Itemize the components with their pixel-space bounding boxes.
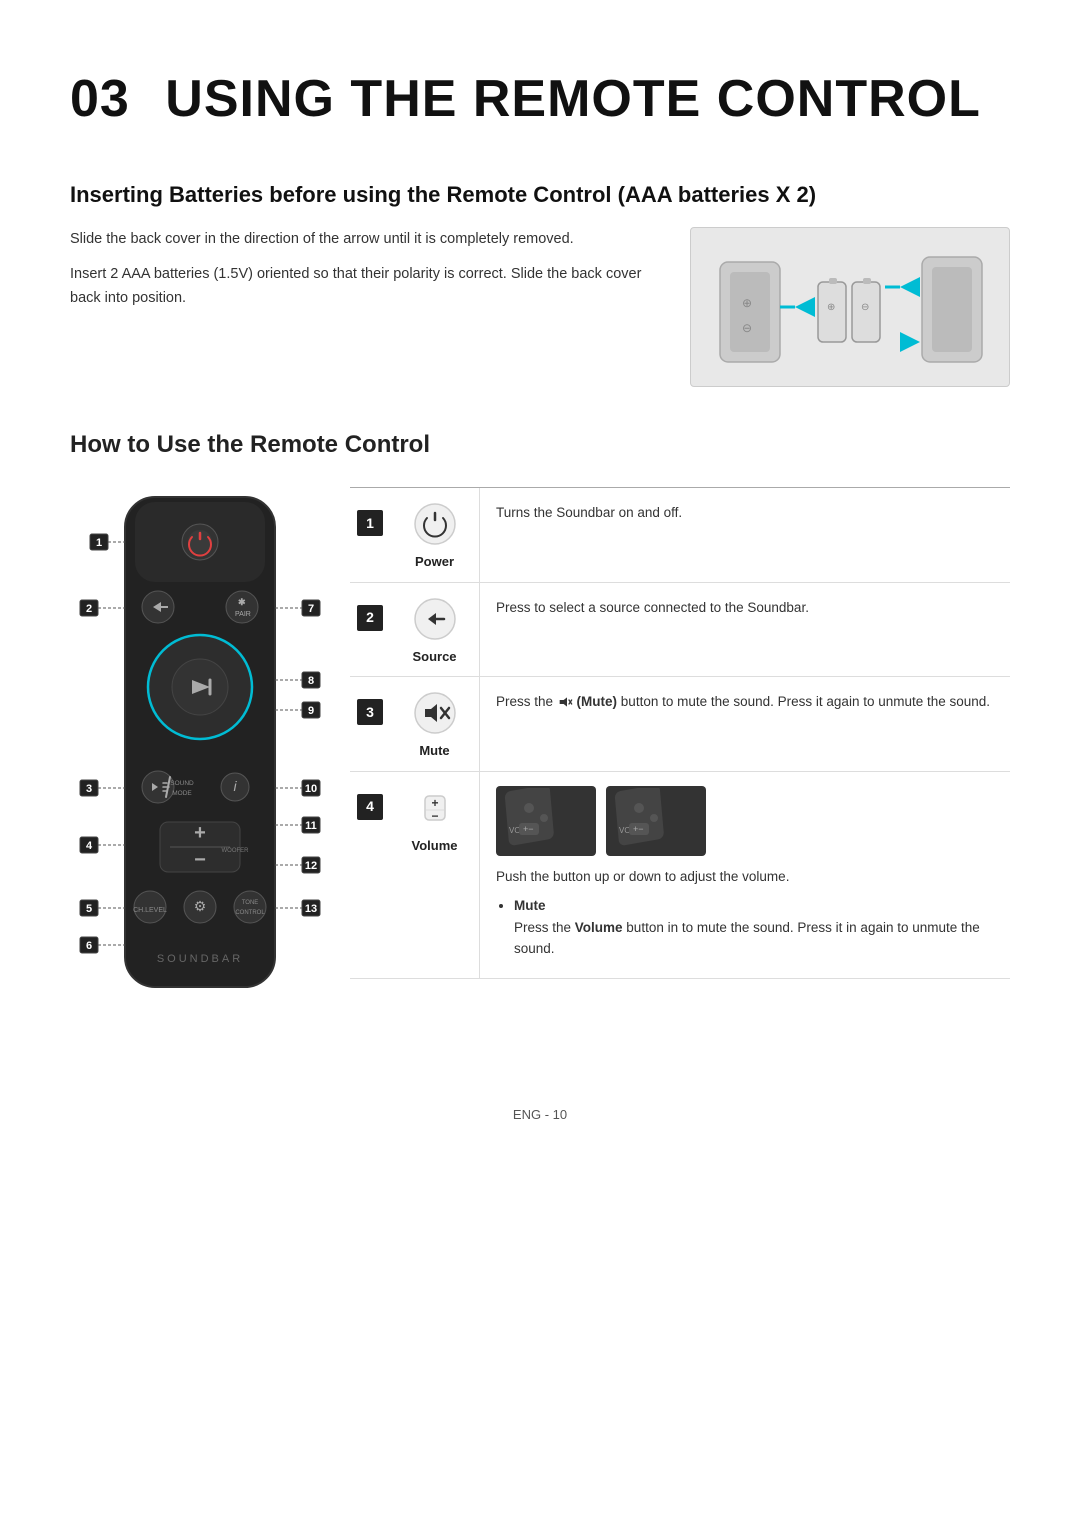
volume-icon-col: + − Volume	[390, 772, 480, 978]
volume-bullet-mute: Mute Press the Volume button in to mute …	[514, 895, 994, 960]
control-row-power: 1 Power Turns the Soundbar on and off.	[350, 488, 1010, 583]
page-footer: ENG - 10	[70, 1105, 1010, 1125]
svg-text:CONTROL: CONTROL	[235, 910, 265, 916]
svg-text:CH.LEVEL: CH.LEVEL	[133, 907, 167, 914]
svg-text:13: 13	[305, 903, 317, 915]
svg-text:−: −	[431, 809, 438, 823]
volume-label: Volume	[412, 836, 458, 856]
battery-heading: Inserting Batteries before using the Rem…	[70, 178, 1010, 211]
volume-strong: Volume	[575, 920, 623, 935]
control-row-source: 2 Source Press to select a source connec…	[350, 583, 1010, 678]
volume-bullet-title: Mute	[514, 898, 546, 913]
svg-text:5: 5	[86, 903, 92, 915]
svg-text:⊕: ⊕	[742, 296, 752, 310]
source-icon	[413, 597, 457, 641]
control-num-4: 4	[350, 772, 390, 978]
svg-text:SOUND: SOUND	[170, 780, 194, 787]
control-num-3: 3	[350, 677, 390, 771]
svg-text:1: 1	[96, 537, 102, 549]
source-icon-col: Source	[390, 583, 480, 677]
svg-text:+−: +−	[633, 824, 644, 834]
how-to-layout: ✱ PAIR SOUND MODE	[70, 487, 1010, 1055]
source-label: Source	[412, 647, 456, 667]
footer-text: ENG - 10	[513, 1107, 567, 1122]
remote-illustration: ✱ PAIR SOUND MODE	[70, 487, 330, 1055]
svg-text:11: 11	[305, 820, 317, 832]
svg-text:−: −	[194, 849, 206, 871]
title-text: USING THE REMOTE CONTROL	[165, 70, 981, 128]
num-badge-4: 4	[357, 794, 383, 820]
svg-text:7: 7	[308, 603, 314, 615]
source-desc: Press to select a source connected to th…	[480, 583, 1010, 677]
num-badge-3: 3	[357, 699, 383, 725]
svg-text:✱: ✱	[238, 597, 246, 607]
svg-text:9: 9	[308, 705, 314, 717]
svg-text:6: 6	[86, 940, 92, 952]
svg-text:SOUNDBAR: SOUNDBAR	[157, 953, 243, 965]
svg-text:⊖: ⊖	[861, 302, 869, 313]
num-badge-2: 2	[357, 605, 383, 631]
power-desc: Turns the Soundbar on and off.	[480, 488, 1010, 582]
how-to-heading: How to Use the Remote Control	[70, 427, 1010, 463]
power-icon-col: Power	[390, 488, 480, 582]
svg-text:⚙: ⚙	[194, 898, 207, 914]
vol-svg-1: VOL +−	[499, 788, 594, 853]
mute-icon-col: Mute	[390, 677, 480, 771]
mute-label: Mute	[419, 741, 449, 761]
power-label: Power	[415, 552, 454, 572]
svg-text:10: 10	[305, 783, 317, 795]
volume-desc: VOL +− VOL	[480, 772, 1010, 978]
volume-rocker-icon: + −	[413, 786, 457, 830]
battery-text-2: Insert 2 AAA batteries (1.5V) oriented s…	[70, 262, 660, 311]
svg-text:PAIR: PAIR	[235, 611, 251, 618]
control-num-2: 2	[350, 583, 390, 677]
mute-icon	[413, 691, 457, 735]
battery-text: Slide the back cover in the direction of…	[70, 227, 660, 311]
volume-img-2: VOL +−	[606, 786, 706, 856]
battery-illustration: ⊕ ⊖ ⊕ ⊖	[690, 227, 1010, 387]
vol-svg-2: VOL +−	[609, 788, 704, 853]
mute-desc: Press the (Mute) button to mute the soun…	[480, 677, 1010, 771]
svg-text:12: 12	[305, 860, 317, 872]
svg-text:3: 3	[86, 783, 92, 795]
controls-table: 1 Power Turns the Soundbar on and off.	[350, 487, 1010, 979]
svg-text:8: 8	[308, 675, 314, 687]
how-to-section: How to Use the Remote Control	[70, 427, 1010, 1055]
mute-desc-bold: (Mute)	[577, 694, 618, 709]
chapter-number: 03	[70, 70, 130, 128]
control-row-mute: 3 Mute Press the (Mute) button to mute t…	[350, 677, 1010, 772]
volume-desc-main: Push the button up or down to adjust the…	[496, 869, 789, 884]
page-title: 03 USING THE REMOTE CONTROL	[70, 60, 1010, 138]
control-num-1: 1	[350, 488, 390, 582]
battery-text-1: Slide the back cover in the direction of…	[70, 227, 660, 252]
svg-text:+: +	[431, 796, 438, 810]
svg-text:+: +	[194, 822, 206, 844]
svg-text:WOOFER: WOOFER	[222, 848, 250, 854]
battery-section: Slide the back cover in the direction of…	[70, 227, 1010, 387]
num-badge-1: 1	[357, 510, 383, 536]
svg-text:2: 2	[86, 603, 92, 615]
power-icon	[413, 502, 457, 546]
volume-images: VOL +− VOL	[496, 786, 994, 856]
svg-text:+−: +−	[523, 824, 534, 834]
battery-svg: ⊕ ⊖ ⊕ ⊖	[700, 232, 1000, 382]
control-row-volume: 4 + − Volume	[350, 772, 1010, 979]
volume-bullets: Mute Press the Volume button in to mute …	[496, 895, 994, 960]
svg-text:TONE: TONE	[242, 900, 259, 906]
volume-img-1: VOL +−	[496, 786, 596, 856]
svg-text:MODE: MODE	[172, 790, 192, 797]
remote-svg: ✱ PAIR SOUND MODE	[70, 487, 330, 1047]
svg-text:⊕: ⊕	[827, 302, 835, 313]
svg-text:⊖: ⊖	[742, 321, 752, 335]
svg-text:4: 4	[86, 840, 93, 852]
